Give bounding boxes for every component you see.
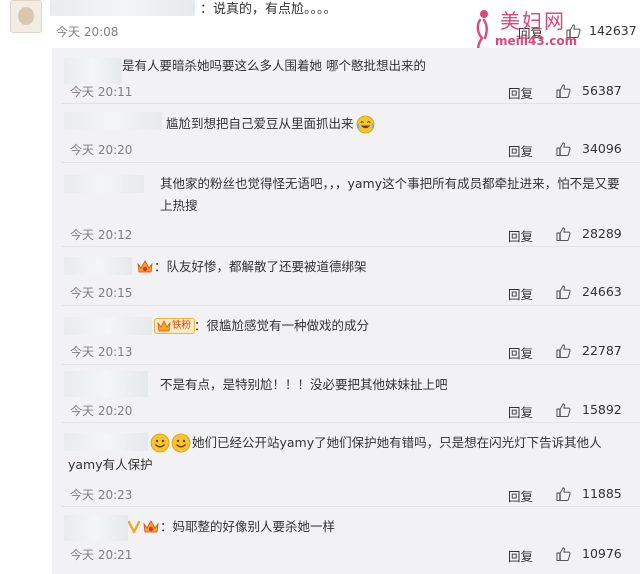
comment-time: 今天 20:08 [56,25,119,39]
crown-icon [157,320,171,332]
reply-text: 她们已经公开站yamy了她们保护她有错吗，只是想在闪光灯下告诉其他人yamy有人… [68,435,602,472]
reply-time: 今天 20:20 [70,143,133,157]
crown-fan-badge-icon [143,520,159,533]
watermark-url: meili43.com [495,34,578,48]
like-count: 10976 [582,546,622,561]
thumbs-up-icon[interactable] [556,227,571,241]
reply-text: ：队友好惨，都解散了还要被道德绑架 [154,259,367,274]
reply-time: 今天 20:12 [70,228,133,242]
reply-button[interactable]: 回复 [508,226,533,245]
blurred-username [64,371,148,397]
reply-button[interactable]: 回复 [508,486,533,505]
verified-v-icon [128,520,140,534]
thumbs-up-icon[interactable] [556,344,571,358]
blurred-username [64,112,162,130]
reply-button[interactable]: 回复 [508,402,533,421]
fan-badge: 铁粉 [154,318,196,334]
reply-text: 其他家的粉丝也觉得怪无语吧，，，yamy这个事把所有成员都牵扯进来，怕不是又要上… [160,176,620,213]
reply-item: 是有人要暗杀她吗要这么多人围着她 哪个憨批想出来的 今天 20:11 回复 56… [52,48,640,104]
reply-button[interactable]: 回复 [508,83,533,102]
blurred-username [64,257,132,275]
reply-time: 今天 20:23 [70,488,133,502]
reply-item: 其他家的粉丝也觉得怪无语吧，，，yamy这个事把所有成员都牵扯进来，怕不是又要上… [52,163,640,247]
reply-text-content: 尴尬到想把自己爱豆从里面抓出来 [166,116,354,131]
reply-button[interactable]: 回复 [508,343,533,362]
like-count: 56387 [582,83,622,98]
like-count: 22787 [582,343,622,358]
blurred-username [50,0,195,16]
reply-button[interactable]: 回复 [508,546,533,565]
thumbs-up-icon[interactable] [556,487,571,501]
reply-text: ：妈耶整的好像别人要杀她一样 [160,519,336,534]
reply-item: 她们已经公开站yamy了她们保护她有错吗，只是想在闪光灯下告诉其他人yamy有人… [52,423,640,507]
reply-time: 今天 20:21 [70,548,133,562]
blurred-username [64,515,128,541]
like-count: 15892 [582,402,622,417]
like-count: 34096 [582,141,622,156]
fan-badge-label: 铁粉 [172,320,192,331]
reply-item: ：队友好惨，都解散了还要被道德绑架 今天 20:15 回复 24663 [52,247,640,306]
thumbs-up-icon[interactable] [556,547,571,561]
reply-time: 今天 20:15 [70,286,133,300]
reply-button[interactable]: 回复 [508,141,533,160]
like-count: 24663 [582,284,622,299]
watermark-figure-icon [476,10,488,52]
crown-fan-badge-icon [137,260,153,273]
reply-button[interactable]: 回复 [508,284,533,303]
reply-item: 铁粉 ：很尴尬感觉有一种做戏的成分 今天 20:13 回复 22787 [52,306,640,365]
reply-item: 不是有点，是特别尬！！！没必要把其他妹妹扯上吧 今天 20:20 回复 1589… [52,365,640,423]
avatar[interactable] [10,0,42,33]
reply-text: ：很尴尬感觉有一种做戏的成分 [194,318,370,333]
thumbs-up-icon[interactable] [556,285,571,299]
reply-time: 今天 20:11 [70,85,133,99]
reply-item: 尴尬到想把自己爱豆从里面抓出来 今天 20:20 回复 34096 [52,104,640,163]
comment-text: ：说真的，有点尬。。。。 [200,2,337,17]
thumbs-up-icon[interactable] [556,403,571,417]
blurred-username [64,58,122,84]
reply-text: 是有人要暗杀她吗要这么多人围着她 哪个憨批想出来的 [122,58,426,73]
like-count: 142637 [589,23,637,38]
reply-text: 不是有点，是特别尬！！！没必要把其他妹妹扯上吧 [160,377,448,392]
replies-panel: 是有人要暗杀她吗要这么多人围着她 哪个憨批想出来的 今天 20:11 回复 56… [52,48,640,574]
blurred-username [64,317,152,335]
laughing-crying-emoji-icon [356,115,374,134]
blurred-username [64,175,144,193]
reply-time: 今天 20:13 [70,345,133,359]
like-count: 28289 [582,226,622,241]
watermark-text: 美妇网 [500,9,566,33]
reply-time: 今天 20:20 [70,404,133,418]
reply-item: ：妈耶整的好像别人要杀她一样 今天 20:21 回复 10976 [52,507,640,574]
thumbs-up-icon[interactable] [556,84,571,98]
thumbs-up-icon[interactable] [556,142,571,156]
reply-text: 尴尬到想把自己爱豆从里面抓出来 [166,113,375,135]
like-count: 11885 [582,486,622,501]
